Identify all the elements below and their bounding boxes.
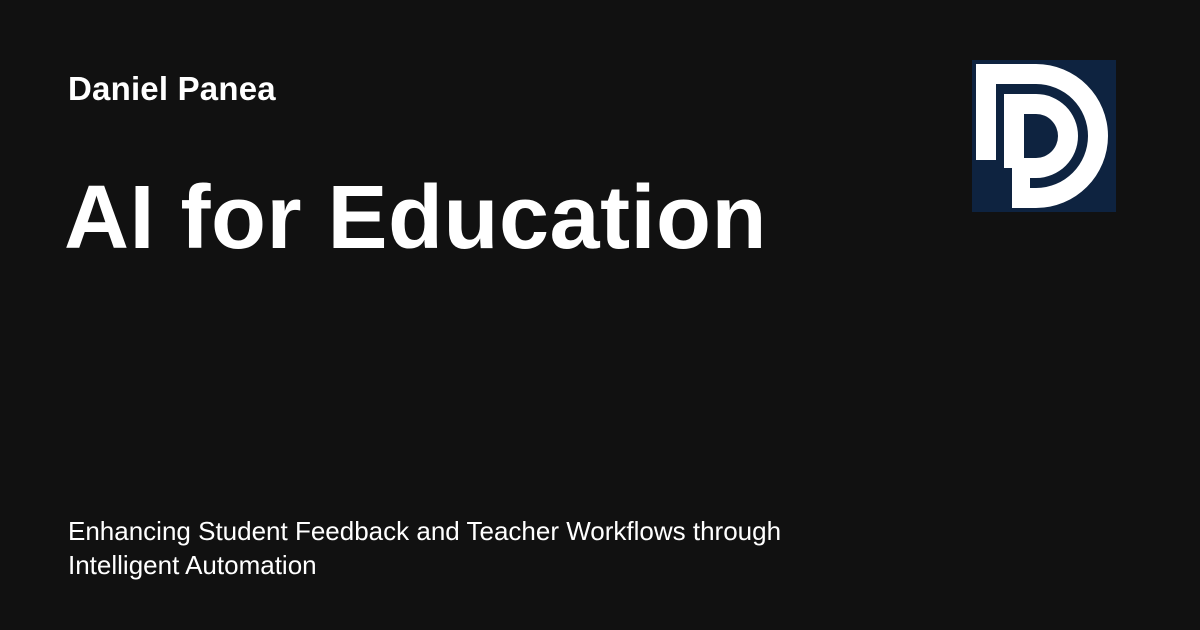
subtitle: Enhancing Student Feedback and Teacher W…	[68, 516, 782, 580]
dp-monogram-logo-icon	[972, 60, 1116, 212]
author-name: Daniel Panea	[68, 70, 276, 107]
social-card: Daniel Panea AI for Education Enhancing …	[0, 0, 1200, 630]
page-title: AI for Education	[64, 168, 767, 268]
